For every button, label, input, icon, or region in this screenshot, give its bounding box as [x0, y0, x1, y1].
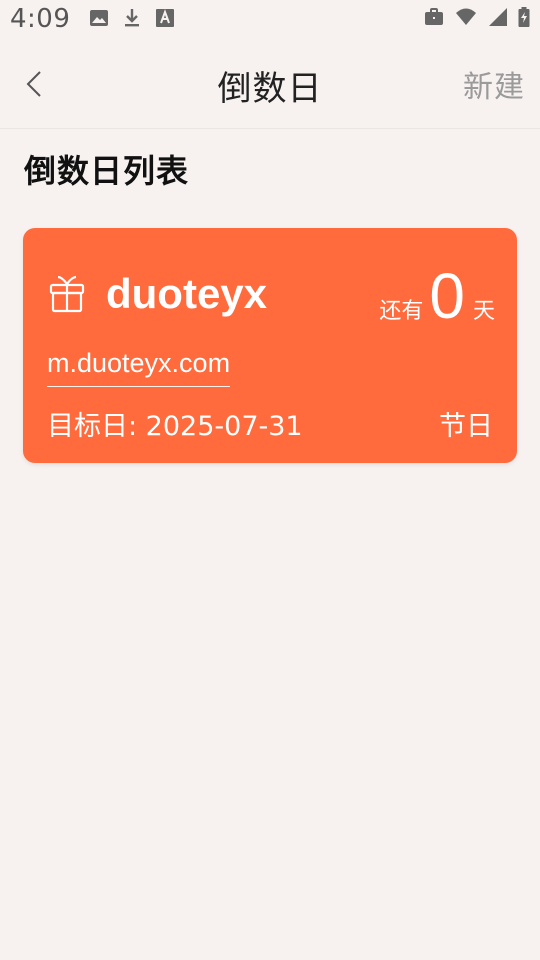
app-screen: 4:09 倒数日 新建 倒数日列表 duoteyx 还有 0 天 m.duote… [0, 0, 540, 960]
status-time: 4:09 [10, 4, 71, 34]
days-remaining: 还有 0 天 [379, 264, 495, 328]
remaining-prefix: 还有 [379, 299, 424, 324]
status-system-icons [424, 7, 530, 27]
remaining-unit: 天 [472, 299, 495, 324]
gift-icon [49, 275, 85, 313]
section-title: 倒数日列表 [24, 152, 190, 190]
image-icon [90, 10, 108, 26]
remaining-days-count: 0 [429, 260, 465, 332]
event-title: duoteyx [106, 270, 268, 317]
new-button[interactable]: 新建 [463, 62, 525, 106]
app-bar: 倒数日 新建 [0, 40, 540, 129]
wifi-icon [456, 8, 476, 25]
page-title: 倒数日 [217, 69, 323, 109]
battery-icon [518, 7, 530, 27]
font-a-icon [156, 9, 174, 27]
status-notification-icons [89, 8, 175, 28]
category-label: 节日 [439, 411, 493, 442]
status-bar: 4:09 [0, 0, 540, 40]
signal-icon [489, 8, 507, 26]
countdown-card[interactable]: duoteyx 还有 0 天 m.duoteyx.com 目标日: 2025-0… [23, 228, 517, 463]
briefcase-icon [425, 8, 443, 25]
event-subtitle: m.duoteyx.com [47, 348, 231, 387]
target-date: 目标日: 2025-07-31 [47, 411, 303, 442]
download-icon [125, 9, 139, 27]
